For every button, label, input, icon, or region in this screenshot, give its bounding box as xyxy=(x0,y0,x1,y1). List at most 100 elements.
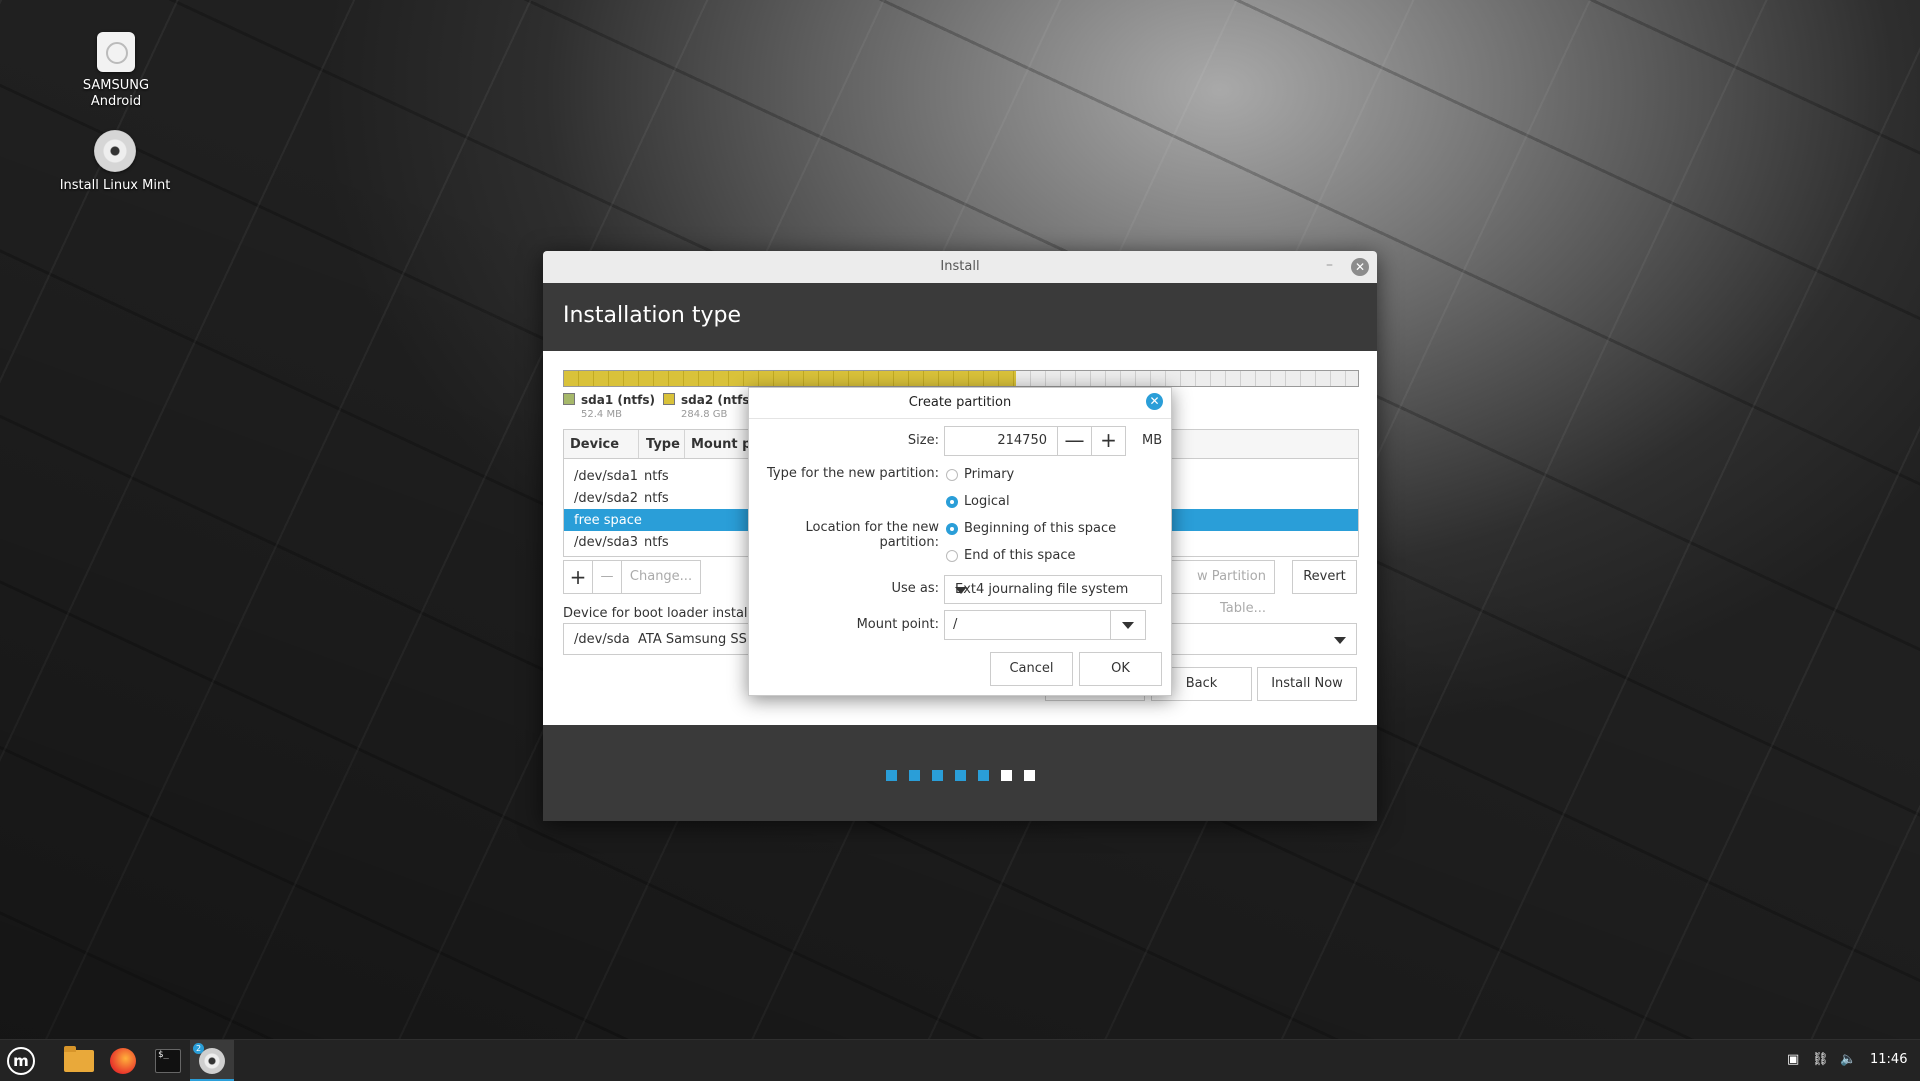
linux-mint-logo-icon: m xyxy=(7,1047,35,1075)
usb-drive-icon xyxy=(97,32,135,72)
desktop-icon-label: Android xyxy=(90,94,142,109)
firefox-icon xyxy=(110,1048,136,1074)
bootloader-description: ATA Samsung SSD xyxy=(638,632,757,647)
window-title: Install xyxy=(940,259,980,274)
progress-step-done xyxy=(955,770,966,781)
radio-circle xyxy=(946,549,958,562)
partition-type-label: Type for the new partition: xyxy=(766,466,939,481)
bootloader-device: /dev/sda xyxy=(574,632,630,647)
folder-icon xyxy=(64,1046,94,1072)
installer-footer xyxy=(543,725,1377,821)
firefox-launcher[interactable] xyxy=(100,1040,144,1081)
install-now-button[interactable]: Install Now xyxy=(1257,667,1357,701)
cd-disc-icon xyxy=(199,1048,225,1074)
new-partition-table-button[interactable]: w Partition Table... xyxy=(1155,560,1275,616)
radio-primary[interactable]: Primary xyxy=(946,467,1014,482)
radio-beginning-of-space[interactable]: Beginning of this space xyxy=(946,521,1116,536)
progress-step-pending xyxy=(1001,770,1012,781)
cell-device: /dev/sda2 xyxy=(574,491,638,506)
bootloader-label: Device for boot loader installat xyxy=(563,606,765,621)
mount-point-value: / xyxy=(953,617,958,632)
volume-icon[interactable]: 🔈 xyxy=(1840,1052,1856,1067)
desktop-icon-install-linux-mint[interactable]: Install Linux Mint xyxy=(55,130,175,194)
chevron-down-icon xyxy=(955,587,967,594)
use-as-label: Use as: xyxy=(891,581,939,596)
cd-disc-icon xyxy=(94,130,136,172)
radio-label: Primary xyxy=(964,467,1015,482)
change-partition-button[interactable]: Change... xyxy=(621,560,701,594)
legend-size: 52.4 MB xyxy=(581,409,622,420)
size-label: Size: xyxy=(907,433,939,448)
remove-partition-button[interactable]: — xyxy=(592,560,622,594)
partition-location-label: Location for the new partition: xyxy=(805,520,939,550)
cell-type: ntfs xyxy=(644,469,669,484)
progress-step-done xyxy=(886,770,897,781)
radio-logical[interactable]: Logical xyxy=(946,494,1010,509)
cell-type: ntfs xyxy=(644,535,669,550)
mount-point-input[interactable]: / xyxy=(944,610,1111,640)
radio-circle-selected xyxy=(946,522,958,535)
legend-name: sda1 (ntfs) xyxy=(581,393,655,407)
disk-bar-free-segment xyxy=(1016,371,1358,386)
use-as-select[interactable]: Ext4 journaling file system xyxy=(944,575,1162,604)
legend-item-sda1: sda1 (ntfs) 52.4 MB xyxy=(563,393,655,420)
dialog-title: Create partition xyxy=(908,395,1012,410)
radio-label: Beginning of this space xyxy=(964,521,1117,536)
terminal-launcher[interactable]: $_ xyxy=(145,1040,189,1081)
window-count-badge: 2 xyxy=(193,1043,204,1054)
size-unit: MB xyxy=(1142,433,1163,448)
mount-point-dropdown-button[interactable] xyxy=(1110,610,1146,640)
cell-device: free space xyxy=(574,513,642,528)
network-icon[interactable]: ⛓ xyxy=(1812,1052,1829,1067)
progress-steps xyxy=(886,770,1035,781)
installer-taskbar-item[interactable]: 2 xyxy=(190,1040,234,1081)
column-header-type[interactable]: Type xyxy=(646,437,680,452)
progress-step-pending xyxy=(1024,770,1035,781)
disk-bar-used-segment xyxy=(564,371,1016,386)
window-close-icon[interactable]: ✕ xyxy=(1351,258,1369,276)
desktop-icon-samsung-android[interactable]: SAMSUNG Android xyxy=(56,32,176,110)
close-icon[interactable]: ✕ xyxy=(1146,393,1163,410)
mount-point-label: Mount point: xyxy=(856,617,939,632)
ok-button[interactable]: OK xyxy=(1079,652,1162,686)
desktop-icon-label: SAMSUNG xyxy=(82,78,150,93)
size-input[interactable]: 214750 xyxy=(944,426,1058,456)
progress-step-done xyxy=(932,770,943,781)
window-titlebar[interactable]: Install – ✕ xyxy=(543,251,1377,283)
chevron-down-icon xyxy=(1122,622,1134,629)
legend-swatch xyxy=(563,393,575,405)
cell-type: ntfs xyxy=(644,491,669,506)
minimize-icon[interactable]: – xyxy=(1326,257,1333,273)
page-title: Installation type xyxy=(543,283,1377,351)
disk-usage-bar xyxy=(563,370,1359,387)
radio-end-of-space[interactable]: End of this space xyxy=(946,548,1076,563)
menu-button[interactable]: m xyxy=(0,1040,44,1081)
removable-drive-icon[interactable]: ▣ xyxy=(1787,1052,1799,1067)
use-as-value: Ext4 journaling file system xyxy=(955,582,1129,597)
radio-label: End of this space xyxy=(964,548,1076,563)
radio-circle-selected xyxy=(946,495,958,508)
radio-label: Logical xyxy=(964,494,1010,509)
size-increase-button[interactable]: + xyxy=(1091,426,1126,456)
chevron-down-icon xyxy=(1334,637,1346,644)
clock[interactable]: 11:46 xyxy=(1870,1052,1907,1067)
cell-device: /dev/sda1 xyxy=(574,469,638,484)
legend-size: 284.8 GB xyxy=(681,409,728,420)
progress-step-done xyxy=(909,770,920,781)
column-header-device[interactable]: Device xyxy=(570,437,619,452)
progress-step-done xyxy=(978,770,989,781)
revert-button[interactable]: Revert xyxy=(1292,560,1357,594)
desktop-icon-label: Install Linux Mint xyxy=(59,178,171,193)
files-launcher[interactable] xyxy=(56,1040,100,1081)
size-decrease-button[interactable]: — xyxy=(1057,426,1092,456)
cell-device: /dev/sda3 xyxy=(574,535,638,550)
add-partition-button[interactable]: + xyxy=(563,560,593,594)
taskbar: m $_ 2 ▣ ⛓ 🔈 11:46 xyxy=(0,1039,1920,1081)
cancel-button[interactable]: Cancel xyxy=(990,652,1073,686)
legend-name: sda2 (ntfs) xyxy=(681,393,755,407)
radio-circle xyxy=(946,468,958,481)
legend-item-sda2: sda2 (ntfs) 284.8 GB xyxy=(663,393,755,420)
legend-swatch xyxy=(663,393,675,405)
create-partition-dialog: Create partition ✕ Size: 214750 — + MB T… xyxy=(748,387,1172,696)
terminal-icon: $_ xyxy=(155,1049,181,1073)
